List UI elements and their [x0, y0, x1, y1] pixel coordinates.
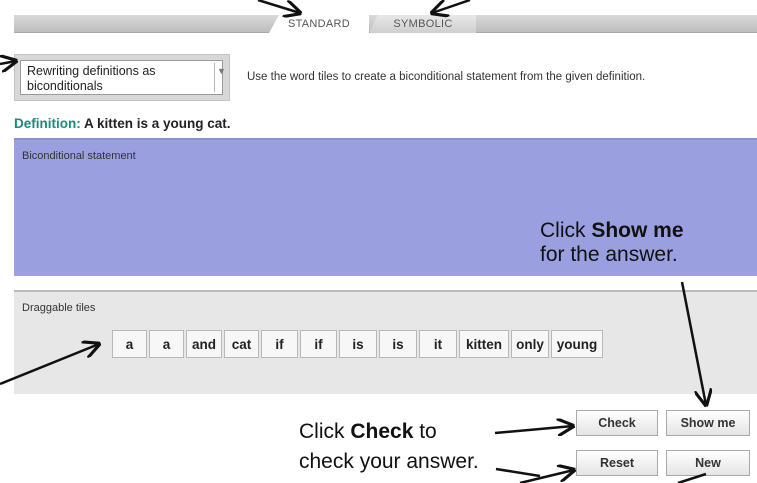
- check-callout-post: to: [413, 420, 437, 443]
- word-tile[interactable]: young: [551, 330, 603, 358]
- word-tile[interactable]: it: [419, 330, 457, 358]
- check-callout-pre: Click: [299, 420, 351, 443]
- word-tile[interactable]: cat: [224, 330, 259, 358]
- word-tile[interactable]: if: [300, 330, 337, 358]
- definition-text: A kitten is a young cat.: [84, 116, 231, 131]
- check-callout-bold: Check: [350, 420, 414, 443]
- word-tile[interactable]: if: [261, 330, 298, 358]
- definition: Definition: A kitten is a young cat.: [14, 116, 231, 131]
- topic-select-value: Rewriting definitions as biconditionals: [27, 64, 156, 93]
- show-me-callout: Click Show me for the answer.: [540, 219, 684, 267]
- definition-label: Definition:: [14, 116, 81, 131]
- arrow-to-check: [494, 426, 573, 433]
- topic-select-frame: Rewriting definitions as biconditionals …: [14, 54, 230, 101]
- tab-symbolic[interactable]: SYMBOLIC: [369, 15, 476, 33]
- show-me-callout-line1: Click Show me: [540, 219, 684, 243]
- word-tile[interactable]: kitten: [459, 330, 509, 358]
- tiles-row: a a and cat if if is is it kitten only y…: [112, 330, 603, 358]
- check-callout-line2: check your answer.: [299, 450, 479, 473]
- arrow-to-symbolic-tab: [432, 0, 471, 13]
- show-me-callout-line2: for the answer.: [540, 243, 678, 266]
- arrow-to-reset: [495, 467, 541, 478]
- word-tile[interactable]: a: [149, 330, 184, 358]
- show-me-button[interactable]: Show me: [666, 410, 750, 436]
- word-tile[interactable]: and: [186, 330, 222, 358]
- show-me-callout-bold: Show me: [591, 219, 684, 242]
- topic-select[interactable]: Rewriting definitions as biconditionals …: [20, 60, 226, 95]
- dropdown-separator: [214, 63, 215, 92]
- check-callout-line1: Click Check to: [299, 420, 437, 444]
- show-me-callout-pre: Click: [540, 219, 592, 242]
- arrow-to-standard-tab: [257, 0, 300, 13]
- instruction-text: Use the word tiles to create a biconditi…: [247, 71, 646, 83]
- chevron-down-icon[interactable]: ▼: [217, 66, 226, 76]
- arrow-to-reset-head: [519, 470, 574, 483]
- tab-standard[interactable]: STANDARD: [269, 15, 369, 33]
- word-tile[interactable]: only: [511, 330, 549, 358]
- new-button[interactable]: New: [666, 450, 750, 476]
- biconditional-label: Biconditional statement: [22, 150, 136, 162]
- tiles-label: Draggable tiles: [22, 302, 96, 314]
- reset-button[interactable]: Reset: [576, 450, 658, 476]
- draggable-tiles-area: Draggable tiles a a and cat if if is is …: [14, 290, 757, 394]
- check-button[interactable]: Check: [576, 410, 658, 436]
- word-tile[interactable]: is: [379, 330, 417, 358]
- word-tile[interactable]: a: [112, 330, 147, 358]
- word-tile[interactable]: is: [339, 330, 377, 358]
